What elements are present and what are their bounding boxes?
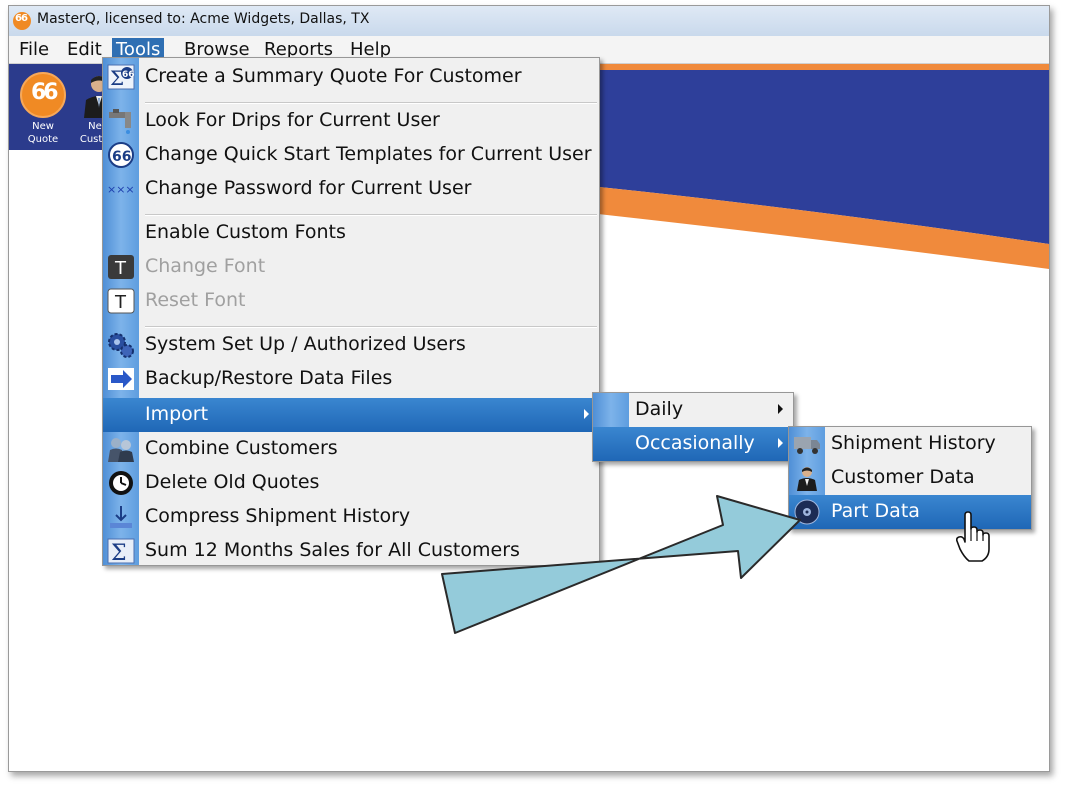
hand-cursor-icon bbox=[956, 511, 990, 562]
screenshot-frame: MasterQ, licensed to: Acme Widgets, Dall… bbox=[0, 0, 1078, 800]
callout-arrow bbox=[441, 495, 801, 634]
